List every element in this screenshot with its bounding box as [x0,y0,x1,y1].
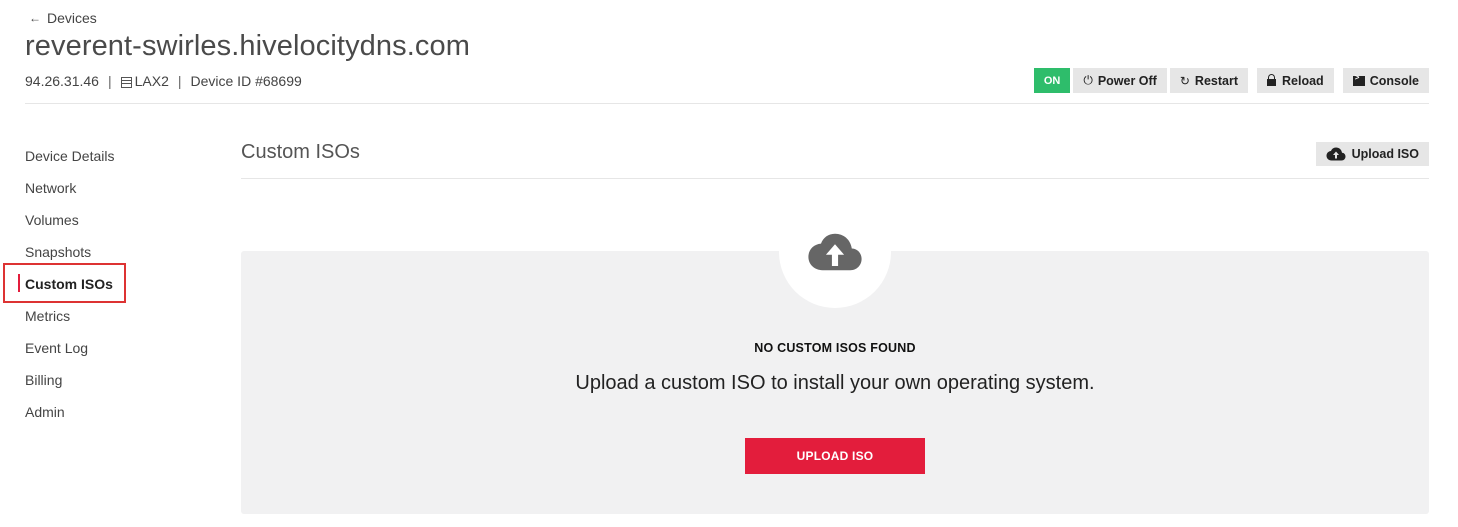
sidebar-item-label: Event Log [25,340,89,356]
reload-button[interactable]: Reload [1257,68,1334,93]
sidebar-item-billing[interactable]: Billing [25,364,145,396]
sidebar-item-label: Network [25,180,77,196]
terminal-icon [1352,73,1365,86]
reload-lock-icon [1267,74,1276,86]
active-item-highlight [3,263,126,303]
console-button[interactable]: Console [1342,68,1429,93]
restart-icon: ↻ [1179,73,1190,88]
sidebar-item-label: Volumes [25,212,79,228]
back-to-devices-link[interactable]: ← Devices [29,10,97,26]
sidebar-item-label: Snapshots [25,244,92,260]
active-item-indicator [18,274,20,292]
empty-state-heading: NO CUSTOM ISOS FOUND [754,341,916,355]
meta-separator: | [177,73,182,89]
empty-state-icon-circle [779,196,891,308]
cloud-upload-icon [808,233,862,271]
restart-label: Restart [1194,73,1238,88]
power-status-label: ON [1043,74,1061,87]
reload-label: Reload [1282,73,1324,88]
device-datacenter: LAX2 [134,73,169,89]
power-icon: ⏻ [1083,73,1093,87]
sidebar-item-admin[interactable]: Admin [25,396,145,428]
sidebar-item-label: Device Details [25,148,115,164]
console-label: Console [1369,73,1419,88]
sidebar-item-label: Metrics [25,308,71,324]
upload-iso-primary-button[interactable]: UPLOAD ISO [745,438,925,474]
meta-separator: | [107,73,112,89]
sidebar-item-event-log[interactable]: Event Log [25,332,145,364]
section-divider [241,178,1429,179]
device-ip: 94.26.31.46 [25,73,99,89]
sidebar-item-device-details[interactable]: Device Details [25,140,145,172]
power-status-badge[interactable]: ON [1033,68,1071,93]
device-actions: ON ⏻ Power Off ↻ Restart Reload Console [1033,68,1429,93]
restart-button[interactable]: ↻ Restart [1169,68,1248,93]
page-title: reverent-swirles.hivelocitydns.com [25,30,470,62]
power-off-label: Power Off [1097,73,1157,88]
device-meta: 94.26.31.46 | LAX2 | Device ID #68699 [25,73,302,89]
upload-iso-label: Upload ISO [1351,147,1419,161]
cloud-upload-icon [1326,147,1346,161]
sidebar-item-label: Admin [25,404,65,420]
server-icon [120,76,132,88]
header-divider [25,103,1429,104]
power-off-button[interactable]: ⏻ Power Off [1073,68,1167,93]
empty-state-message: Upload a custom ISO to install your own … [575,372,1095,394]
sidebar-item-metrics[interactable]: Metrics [25,300,145,332]
sidebar-item-label: Billing [25,372,63,388]
sidebar-item-network[interactable]: Network [25,172,145,204]
back-link-label: Devices [47,10,97,26]
sidebar-item-volumes[interactable]: Volumes [25,204,145,236]
section-title: Custom ISOs [241,141,360,163]
upload-iso-button[interactable]: Upload ISO [1315,142,1429,166]
arrow-left-icon: ← [29,11,41,25]
device-id: Device ID #68699 [190,73,302,89]
